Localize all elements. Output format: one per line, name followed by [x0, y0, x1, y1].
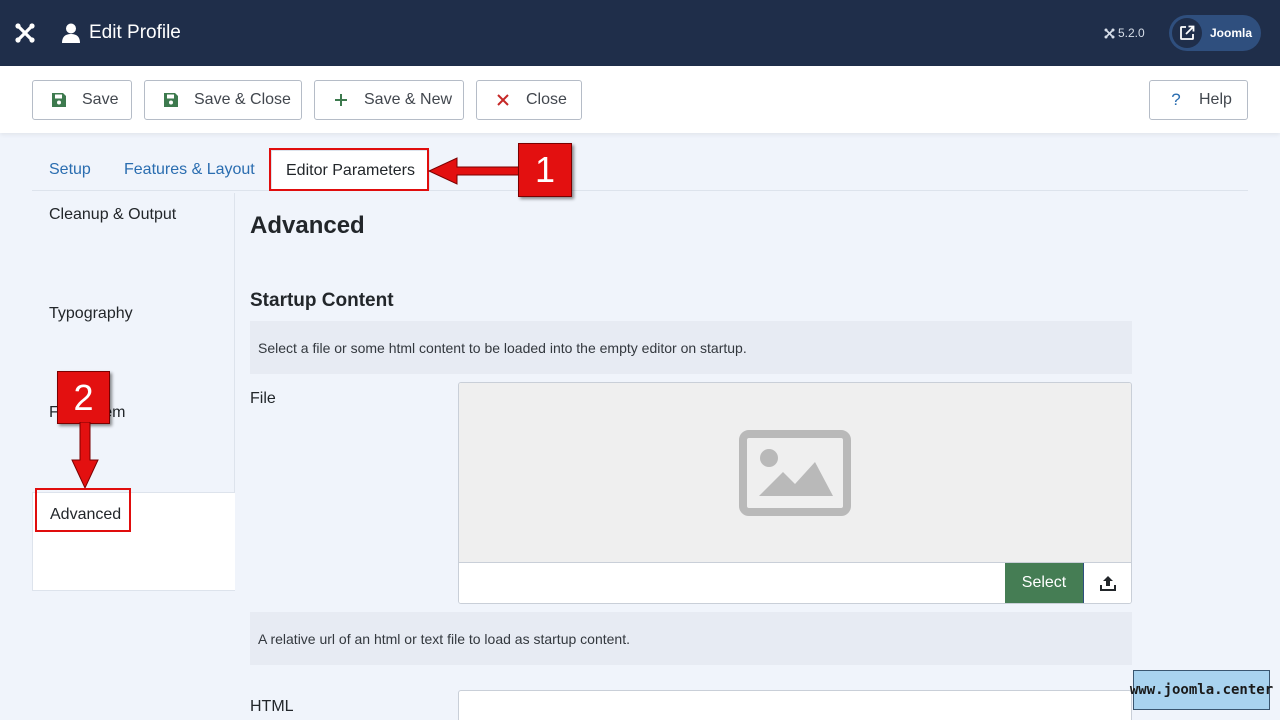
upload-icon: [1099, 576, 1116, 591]
external-link-icon: [1172, 18, 1202, 48]
html-content-field[interactable]: [458, 690, 1132, 720]
file-description: A relative url of an html or text file t…: [250, 612, 1132, 665]
watermark: www.joomla.center: [1130, 670, 1273, 710]
tabs-divider: [32, 190, 1248, 191]
save-close-label: Save & Close: [194, 91, 291, 108]
help-button[interactable]: ? Help: [1149, 80, 1248, 120]
startup-content-description: Select a file or some html content to be…: [250, 321, 1132, 374]
help-label: Help: [1199, 91, 1232, 108]
save-close-button[interactable]: Save & Close: [144, 80, 302, 120]
save-new-label: Save & New: [364, 91, 453, 108]
annotation-badge-2: 2: [57, 371, 110, 424]
media-field: Select: [458, 382, 1132, 604]
save-icon: [162, 91, 180, 109]
close-label: Close: [526, 91, 567, 108]
joomla-logo-icon[interactable]: [0, 0, 49, 66]
side-tab-advanced[interactable]: Advanced: [32, 492, 235, 591]
plus-icon: [332, 91, 350, 109]
annotation-badge-1: 1: [518, 143, 572, 197]
file-label: File: [250, 390, 276, 407]
page-title-area: Edit Profile: [62, 0, 181, 66]
question-icon: ?: [1171, 90, 1181, 109]
user-icon: [62, 23, 80, 43]
toolbar: Save Save & Close Save & New Close ? Hel…: [0, 66, 1280, 133]
save-new-button[interactable]: Save & New: [314, 80, 464, 120]
annotation-arrow-left: [427, 157, 522, 185]
version-info: 5.2.0: [1104, 0, 1145, 66]
side-tab-cleanup-output[interactable]: Cleanup & Output: [32, 193, 235, 292]
tab-setup[interactable]: Setup: [49, 150, 91, 190]
version-text: 5.2.0: [1118, 26, 1145, 40]
view-site-button[interactable]: Joomla: [1169, 15, 1261, 51]
top-header: Edit Profile 5.2.0 Joomla: [0, 0, 1280, 66]
close-icon: [494, 91, 512, 109]
annotation-arrow-down: [71, 422, 99, 490]
save-button[interactable]: Save: [32, 80, 132, 120]
page-title: Edit Profile: [89, 22, 181, 43]
site-button-label: Joomla: [1210, 26, 1253, 40]
save-icon: [50, 91, 68, 109]
file-url-input[interactable]: [459, 563, 1005, 603]
tab-editor-parameters[interactable]: Editor Parameters: [271, 150, 430, 190]
select-button[interactable]: Select: [1005, 563, 1083, 603]
joomla-small-icon: [1104, 28, 1115, 38]
image-placeholder-icon: [739, 429, 851, 516]
html-label: HTML: [250, 698, 294, 715]
startup-content-title: Startup Content: [250, 290, 394, 311]
section-heading: Advanced: [250, 212, 365, 239]
upload-button[interactable]: [1083, 563, 1131, 603]
close-button[interactable]: Close: [476, 80, 582, 120]
tab-features-layout[interactable]: Features & Layout: [124, 150, 255, 190]
save-label: Save: [82, 91, 119, 108]
media-preview: [459, 383, 1131, 563]
